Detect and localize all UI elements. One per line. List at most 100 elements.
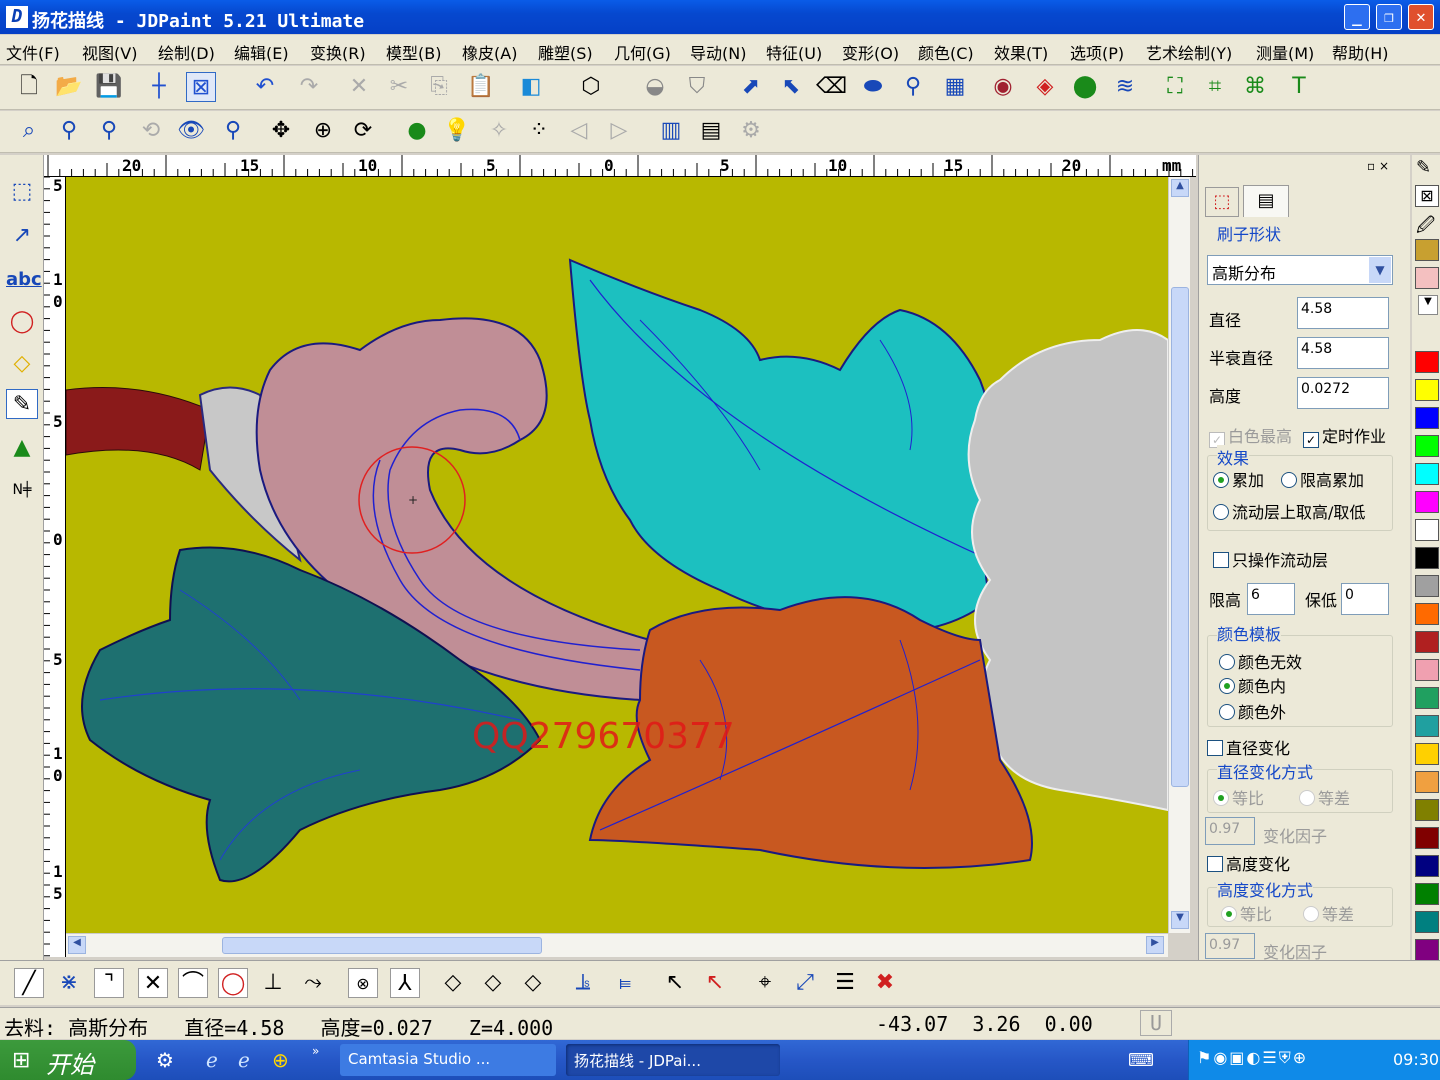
menu-sculpt[interactable]: 雕塑(S) <box>538 40 593 64</box>
color-swatch[interactable] <box>1415 547 1439 569</box>
rotate-icon[interactable]: ⟳ <box>348 116 378 146</box>
snap-corner-icon[interactable]: ⌝ <box>94 968 124 998</box>
limit-field[interactable]: 6 <box>1247 583 1295 615</box>
mesh-tool-icon[interactable]: ▦ <box>940 72 970 102</box>
menu-edit[interactable]: 编辑(E) <box>234 40 289 64</box>
color-swatch[interactable] <box>1415 407 1439 429</box>
menu-effect[interactable]: 效果(T) <box>994 40 1048 64</box>
color-swatch[interactable] <box>1415 939 1439 961</box>
panel-pin-icon[interactable]: ▫ × <box>1367 159 1389 173</box>
pan-icon[interactable]: ✥ <box>266 116 296 146</box>
close-button[interactable]: ✕ <box>1408 4 1434 30</box>
light-green-icon[interactable]: ● <box>402 116 432 146</box>
stamp-tool-icon[interactable]: ⬬ <box>858 72 888 102</box>
copy-icon[interactable]: ⎘ <box>424 72 454 102</box>
restore-button[interactable]: ❐ <box>1376 4 1402 30</box>
align-icon[interactable]: ⫡ <box>568 968 598 998</box>
color-swatch[interactable] <box>1415 883 1439 905</box>
crosshair-icon[interactable]: ┼ <box>144 72 174 102</box>
diamond-tool-icon[interactable]: ◈ <box>1030 72 1060 102</box>
menu-options[interactable]: 选项(P) <box>1070 40 1124 64</box>
sphere-tool-icon[interactable]: ◉ <box>988 72 1018 102</box>
zoom-icon[interactable]: ⊕ <box>308 116 338 146</box>
color-swatch[interactable] <box>1415 799 1439 821</box>
vertical-scroll-thumb[interactable] <box>1171 287 1189 787</box>
snap-curve-icon[interactable]: ⤳ <box>298 968 328 998</box>
scroll-up-icon[interactable]: ▲ <box>1171 179 1189 197</box>
start-button[interactable]: ⊞ 开始 <box>0 1040 136 1080</box>
menu-draw[interactable]: 绘制(D) <box>158 40 215 64</box>
menu-help[interactable]: 帮助(H) <box>1332 40 1389 64</box>
color-swatch[interactable] <box>1415 771 1439 793</box>
effect-add-radio[interactable]: 累加 <box>1213 467 1264 491</box>
scroll-right-icon[interactable]: ▶ <box>1146 936 1164 954</box>
smooth-tool-icon[interactable]: ⚲ <box>898 72 928 102</box>
height-field[interactable]: 0.0272 <box>1297 377 1389 409</box>
zoom-window-icon[interactable]: ⌕ <box>14 116 44 146</box>
select-box-icon[interactable]: ⊠ <box>186 72 216 102</box>
menu-art-draw[interactable]: 艺术绘制(Y) <box>1146 40 1232 64</box>
color-swatch[interactable] <box>1415 659 1439 681</box>
color-swatch[interactable] <box>1415 715 1439 737</box>
arrow-right-icon[interactable]: ▷ <box>604 116 634 146</box>
effect-limit-add-radio[interactable]: 限高累加 <box>1281 467 1364 491</box>
texture-swatch[interactable] <box>1415 239 1439 261</box>
snap-arc-icon[interactable]: ⌒ <box>178 968 208 998</box>
color-swatch[interactable] <box>1415 687 1439 709</box>
expand-icon[interactable]: » <box>312 1044 319 1058</box>
rotate-shape-icon[interactable]: ◇ <box>6 349 38 379</box>
distribute-icon[interactable]: ⫢ <box>610 968 640 998</box>
zoom-out-icon[interactable]: ⚲ <box>54 116 84 146</box>
node-tool-2-icon[interactable]: ◇ <box>478 968 508 998</box>
cut-icon[interactable]: ✂ <box>384 72 414 102</box>
pencil-icon[interactable]: ✎ <box>1416 157 1431 178</box>
menu-geometry[interactable]: 几何(G) <box>614 40 671 64</box>
box-view-icon[interactable]: ⬡ <box>576 72 606 102</box>
snap-intersect-icon[interactable]: ✕ <box>138 968 168 998</box>
snap-line-icon[interactable]: ╱ <box>14 968 44 998</box>
snap-tangent-icon[interactable]: ⋇ <box>54 968 84 998</box>
measure-tool-icon[interactable]: N╪ <box>6 475 38 505</box>
light-bulb-icon[interactable]: 💡 <box>442 116 472 146</box>
eye-icon[interactable]: 👁 <box>176 116 206 146</box>
keep-field[interactable]: 0 <box>1341 583 1389 615</box>
color-swatch[interactable] <box>1415 435 1439 457</box>
paste-icon[interactable]: 📋 <box>466 72 496 102</box>
text-tool-icon[interactable]: abc <box>6 265 42 295</box>
horizontal-scroll-thumb[interactable] <box>222 937 542 954</box>
snap-circle-icon[interactable]: ◯ <box>218 968 248 998</box>
node-tool-1-icon[interactable]: ◇ <box>438 968 468 998</box>
wave-tool-icon[interactable]: ≋ <box>1110 72 1140 102</box>
menu-feature[interactable]: 特征(U) <box>766 40 822 64</box>
menu-transform[interactable]: 变换(R) <box>310 40 366 64</box>
no-color-swatch[interactable]: ⊠ <box>1415 185 1439 207</box>
settings-icon[interactable]: ⚙ <box>736 116 766 146</box>
zoom-prev-icon[interactable]: ⟲ <box>136 116 166 146</box>
menu-measure[interactable]: 测量(M) <box>1256 40 1314 64</box>
browser-icon[interactable]: ℯ <box>238 1048 250 1072</box>
color-swatch[interactable] <box>1415 631 1439 653</box>
tray-icons[interactable]: ⚑◉▣◐☰⛨⊕ <box>1197 1048 1308 1068</box>
pick-region-icon[interactable]: ⌖ <box>750 968 780 998</box>
chevron-down-icon[interactable]: ▼ <box>1369 257 1391 283</box>
zoom-all-icon[interactable]: ⚲ <box>218 116 248 146</box>
half-diameter-field[interactable]: 4.58 <box>1297 337 1389 369</box>
height-ratio-radio[interactable]: 等比 <box>1221 901 1272 925</box>
color-swatch[interactable] <box>1415 743 1439 765</box>
undo-icon[interactable]: ↶ <box>250 72 280 102</box>
tab-document[interactable]: ▤ <box>1243 185 1289 217</box>
delete-icon[interactable]: ✕ <box>344 72 374 102</box>
path-tool-1-icon[interactable]: ⛶ <box>1160 72 1190 102</box>
timed-op-checkbox[interactable]: ✓ 定时作业 <box>1303 423 1386 448</box>
quicklaunch-app-icon[interactable]: ⚙ <box>156 1048 174 1072</box>
diameter-field[interactable]: 4.58 <box>1297 297 1389 329</box>
dia-ratio-radio[interactable]: 等比 <box>1213 785 1264 809</box>
color-none-radio[interactable]: 颜色无效 <box>1219 649 1302 673</box>
only-flow-checkbox[interactable]: 只操作流动层 <box>1213 547 1328 571</box>
cube-view-icon[interactable]: ◧ <box>516 72 546 102</box>
menu-file[interactable]: 文件(F) <box>6 40 60 64</box>
select-node-icon[interactable]: ⬚ <box>6 177 38 207</box>
pick-list-icon[interactable]: ☰ <box>830 968 860 998</box>
color-swatch[interactable] <box>1415 575 1439 597</box>
minimize-button[interactable]: _ <box>1344 4 1370 30</box>
